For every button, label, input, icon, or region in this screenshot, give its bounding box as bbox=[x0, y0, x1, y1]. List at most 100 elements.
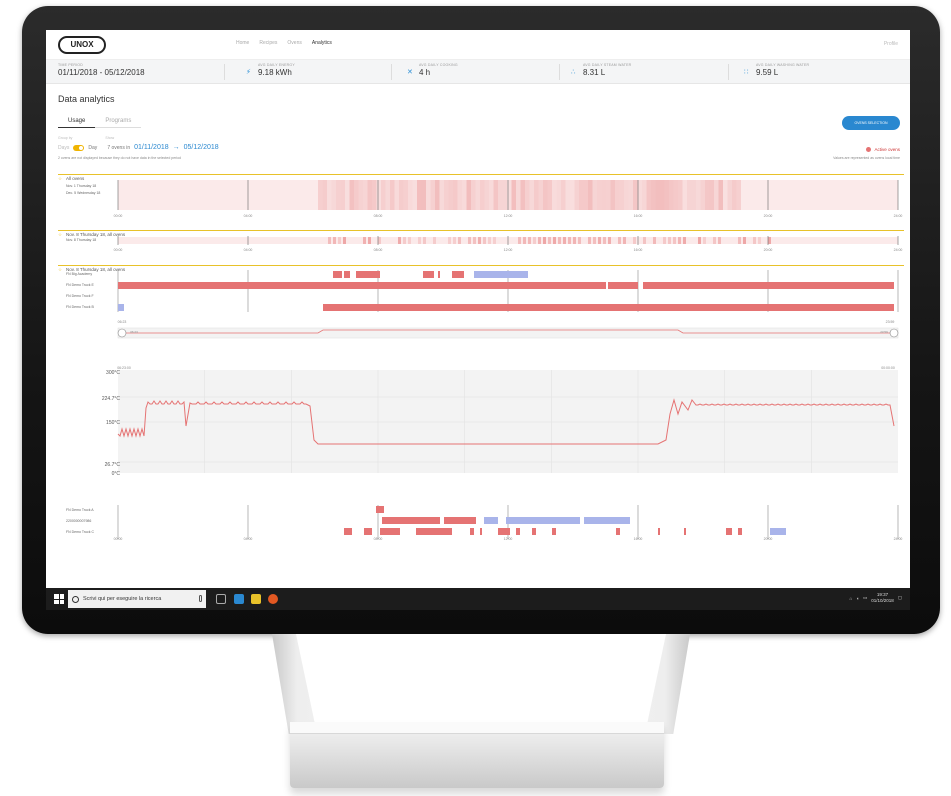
microphone-icon[interactable] bbox=[199, 595, 202, 602]
ovens-selection-button[interactable]: Ovens selection bbox=[842, 116, 900, 130]
date-to[interactable]: 05/12/2018 bbox=[184, 144, 219, 151]
heatmap-cell bbox=[743, 237, 746, 244]
usage-bar bbox=[118, 282, 606, 289]
heatmap-cell bbox=[723, 180, 728, 210]
heatmap-cell bbox=[543, 237, 546, 244]
heatmap-cell bbox=[709, 180, 714, 210]
heatmap-cell bbox=[363, 237, 366, 244]
ovens-count: 7 ovens in bbox=[107, 144, 131, 151]
heatmap-cell bbox=[606, 180, 611, 210]
usage-bar bbox=[770, 528, 786, 535]
heatmap-cell bbox=[439, 180, 444, 210]
heatmap-cell bbox=[673, 237, 676, 244]
usage-bar bbox=[608, 282, 638, 289]
file-explorer-icon[interactable] bbox=[251, 594, 261, 604]
heatmap-cell bbox=[444, 180, 449, 210]
heatmap-cell bbox=[385, 180, 390, 210]
heatmap-cell bbox=[678, 237, 681, 244]
temperature-chart bbox=[117, 370, 898, 473]
heatmap-row-label: Dec. 5 Wednesday 18 bbox=[66, 191, 101, 195]
heatmap-cell bbox=[488, 237, 491, 244]
heatmap-cell bbox=[507, 180, 512, 210]
section-all-ovens[interactable]: ☆ All ovens bbox=[58, 167, 904, 181]
control-labels: Group by Show bbox=[58, 136, 115, 140]
heatmap-cell bbox=[624, 180, 629, 210]
heatmap-cell bbox=[673, 180, 678, 210]
stat-steam-water: ∴ Avg daily steam water 8.31 L bbox=[571, 63, 632, 77]
stat-washing-water: ∷ Avg daily washing water 9.59 L bbox=[744, 63, 810, 77]
heatmap-cell bbox=[736, 180, 741, 210]
range-end-handle[interactable]: 23:59 bbox=[880, 330, 888, 334]
section-ovens-timeline[interactable]: ☆ Nov. 8 Thursday 18, all ovens bbox=[58, 258, 904, 272]
nav-home[interactable]: Home bbox=[236, 40, 249, 46]
taskbar-clock[interactable]: 19:37 01/10/2018 bbox=[871, 592, 894, 604]
heatmap-all-ovens bbox=[117, 180, 899, 210]
usage-bar bbox=[480, 528, 482, 535]
heatmap-cell bbox=[426, 180, 431, 210]
task-view-icon[interactable] bbox=[216, 594, 226, 604]
heatmap-cell bbox=[574, 180, 579, 210]
usage-bar bbox=[726, 528, 732, 535]
date-from[interactable]: 01/11/2018 bbox=[134, 144, 169, 151]
range-start-handle[interactable]: 06:23 bbox=[130, 330, 138, 334]
heatmap-cell bbox=[333, 237, 336, 244]
heatmap-cell bbox=[643, 237, 646, 244]
tab-programs[interactable]: Programs bbox=[95, 116, 142, 128]
volume-icon[interactable]: ◖ bbox=[856, 596, 859, 601]
heatmap-cell bbox=[653, 237, 656, 244]
nav-ovens[interactable]: Ovens bbox=[287, 40, 301, 46]
notification-flag-icon[interactable]: ▭ bbox=[863, 595, 867, 601]
legend-active-ovens: Active ovens bbox=[866, 147, 900, 152]
usage-bar bbox=[643, 282, 894, 289]
heatmap-cell bbox=[528, 237, 531, 244]
heatmap-cell bbox=[623, 237, 626, 244]
heatmap-cell bbox=[358, 180, 363, 210]
star-icon: ☆ bbox=[58, 267, 63, 272]
nav-recipes[interactable]: Recipes bbox=[259, 40, 277, 46]
stat-time-period[interactable]: Time period 01/11/2018 - 05/12/2018 bbox=[58, 63, 145, 77]
network-icon[interactable]: ⌂ bbox=[850, 596, 853, 601]
heatmap-cell bbox=[601, 180, 606, 210]
system-tray: ⌂ ◖ ▭ 19:37 01/10/2018 ▢ bbox=[850, 592, 903, 604]
usage-bar bbox=[474, 271, 528, 278]
nav-analytics[interactable]: Analytics bbox=[312, 40, 332, 46]
taskbar-search[interactable]: Scrivi qui per eseguire la ricerca bbox=[68, 590, 206, 608]
heatmap-cell bbox=[343, 237, 346, 244]
oven-row-label: FN Demo Truck C bbox=[66, 530, 95, 534]
unox-logo[interactable]: UNOX bbox=[58, 36, 106, 54]
usage-bar bbox=[658, 528, 660, 535]
group-day-option[interactable]: Day bbox=[88, 145, 97, 151]
heatmap-cell bbox=[417, 180, 422, 210]
usage-bar bbox=[506, 517, 580, 524]
heatmap-cell bbox=[471, 180, 476, 210]
heatmap-cell bbox=[458, 237, 461, 244]
windows-start-icon[interactable] bbox=[54, 594, 64, 604]
group-by-toggle[interactable] bbox=[73, 144, 85, 151]
heatmap-cell bbox=[646, 180, 651, 210]
action-center-icon[interactable]: ▢ bbox=[898, 595, 902, 601]
heatmap-row-label: Nov. 1 Thursday 18 bbox=[66, 184, 97, 188]
usage-bar bbox=[323, 304, 894, 311]
heatmap-cell bbox=[588, 180, 593, 210]
heatmap-cell bbox=[698, 237, 701, 244]
usage-bar bbox=[380, 528, 400, 535]
usage-bar bbox=[344, 528, 352, 535]
heatmap-cell bbox=[338, 237, 341, 244]
heatmap-cell bbox=[758, 237, 761, 244]
profile-link[interactable]: Profile bbox=[884, 41, 898, 47]
heatmap-cell bbox=[433, 237, 436, 244]
section-day-heatmap[interactable]: ☆ Nov. 8 Thursday 18, all ovens bbox=[58, 223, 904, 237]
heatmap-cell bbox=[570, 180, 575, 210]
cortana-icon bbox=[72, 595, 79, 603]
time-range-slider[interactable] bbox=[117, 326, 899, 340]
heatmap-cell bbox=[381, 180, 386, 210]
tab-usage[interactable]: Usage bbox=[58, 116, 96, 128]
firefox-icon[interactable] bbox=[268, 594, 278, 604]
chart-plot-area bbox=[118, 370, 898, 473]
heatmap-cell bbox=[430, 180, 435, 210]
edge-icon[interactable] bbox=[234, 594, 244, 604]
heatmap-cell bbox=[642, 180, 647, 210]
app-header: UNOX Home Recipes Ovens Analytics Profil… bbox=[46, 30, 910, 60]
heatmap-cell bbox=[398, 237, 401, 244]
group-days-option[interactable]: Days bbox=[58, 145, 69, 151]
